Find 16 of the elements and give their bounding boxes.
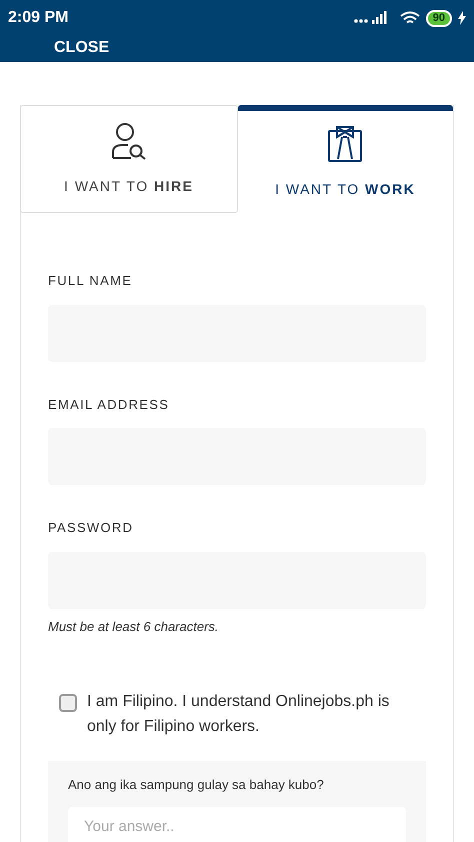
shirt-tie-icon (327, 124, 364, 162)
question-text: Ano ang ika sampung gulay sa bahay kubo? (68, 776, 325, 794)
checkbox[interactable] (59, 694, 77, 712)
password-hint: Must be at least 6 characters. (48, 618, 220, 636)
field-label: EMAIL ADDRESS (48, 396, 170, 414)
charging-icon (458, 11, 466, 25)
wifi-icon (400, 10, 420, 26)
role-tab[interactable]: I WANT TO HIRE (20, 105, 238, 213)
field-label: PASSWORD (48, 519, 134, 537)
field-label: FULL NAME (48, 272, 134, 290)
close-button[interactable]: CLOSE (54, 36, 110, 60)
status-time: 2:09 PM (8, 8, 68, 28)
answer-field[interactable]: Your answer.. (68, 806, 406, 842)
user-search-icon (110, 122, 147, 160)
agreement-text: I am Filipino. I understand Onlinejobs.ph is only for Filipino workers. (87, 692, 390, 737)
battery-level: 90 (426, 10, 452, 26)
